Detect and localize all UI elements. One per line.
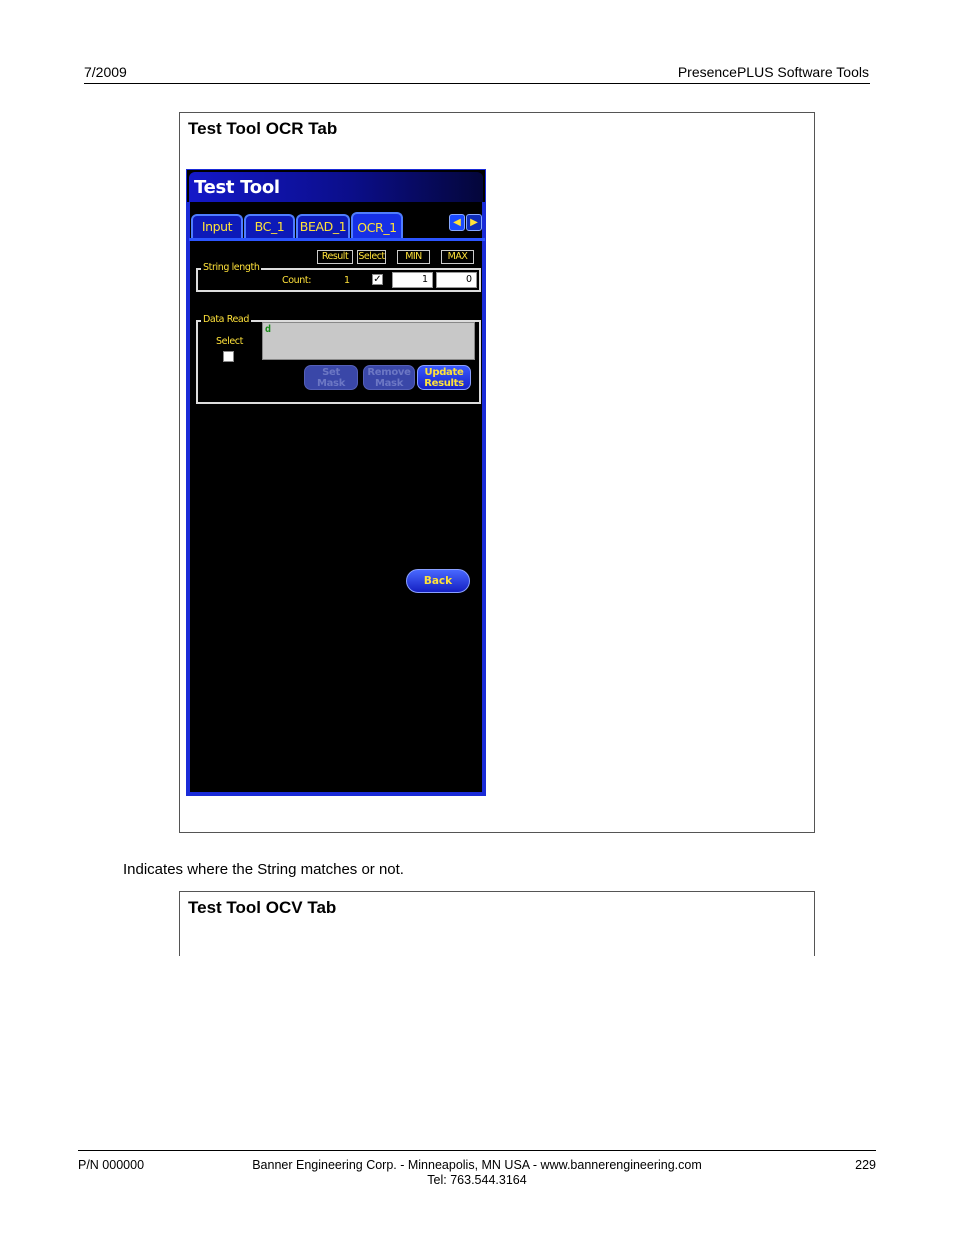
update-results-label-2: Results xyxy=(424,378,464,389)
column-select: Select xyxy=(357,250,386,264)
header-date: 7/2009 xyxy=(84,64,127,80)
max-input[interactable]: 0 xyxy=(436,272,477,288)
test-tool-panel: Test Tool Input BC_1 BEAD_1 OCR_1 ◀ ▶ Re… xyxy=(186,169,486,796)
title-bar: Test Tool xyxy=(189,172,483,202)
set-mask-label-1: Set xyxy=(322,367,340,378)
tab-input[interactable]: Input xyxy=(191,214,243,240)
tab-ocr-1[interactable]: OCR_1 xyxy=(351,212,403,241)
remove-mask-label-1: Remove xyxy=(367,367,411,378)
tab-bc-1[interactable]: BC_1 xyxy=(244,214,295,240)
set-mask-button[interactable]: Set Mask xyxy=(304,365,358,390)
string-length-legend: String length xyxy=(201,262,262,273)
header-rule xyxy=(84,83,870,84)
data-read-select-label: Select xyxy=(216,336,243,347)
remove-mask-button[interactable]: Remove Mask xyxy=(363,365,415,390)
footer-company: Banner Engineering Corp. - Minneapolis, … xyxy=(252,1158,702,1172)
tab-scroll-left-icon[interactable]: ◀ xyxy=(449,214,465,231)
column-max: MAX xyxy=(441,250,474,264)
string-length-select-checkbox[interactable]: ✓ xyxy=(372,274,383,285)
footer-page-number: 229 xyxy=(855,1158,876,1172)
window-title: Test Tool xyxy=(194,177,280,198)
count-value: 1 xyxy=(344,275,350,286)
min-input[interactable]: 1 xyxy=(392,272,433,288)
panel-border-bottom xyxy=(187,792,485,795)
caption-text: Indicates where the String matches or no… xyxy=(123,861,404,878)
column-min: MIN xyxy=(397,250,430,264)
figure-title-ocv: Test Tool OCV Tab xyxy=(188,898,337,917)
tab-strip-line xyxy=(189,238,485,241)
panel-border-right xyxy=(482,202,485,795)
update-results-label-1: Update xyxy=(424,367,464,378)
footer-phone: Tel: 763.544.3164 xyxy=(427,1173,527,1187)
column-result: Result xyxy=(317,250,353,264)
panel-border-left xyxy=(187,202,190,795)
update-results-button[interactable]: Update Results xyxy=(417,365,471,390)
tab-bead-1[interactable]: BEAD_1 xyxy=(296,214,350,240)
header-title: PresencePLUS Software Tools xyxy=(677,64,869,80)
figure-title-ocr: Test Tool OCR Tab xyxy=(188,119,338,138)
count-label: Count: xyxy=(282,275,312,286)
footer-rule xyxy=(78,1150,876,1151)
data-read-value: d xyxy=(265,324,272,335)
data-read-display: d xyxy=(262,322,475,360)
set-mask-label-2: Mask xyxy=(316,378,346,389)
back-button[interactable]: Back xyxy=(406,569,470,593)
data-read-select-checkbox[interactable] xyxy=(223,351,234,362)
data-read-legend: Data Read xyxy=(201,314,251,325)
remove-mask-label-2: Mask xyxy=(374,378,404,389)
tab-scroll-right-icon[interactable]: ▶ xyxy=(466,214,482,231)
